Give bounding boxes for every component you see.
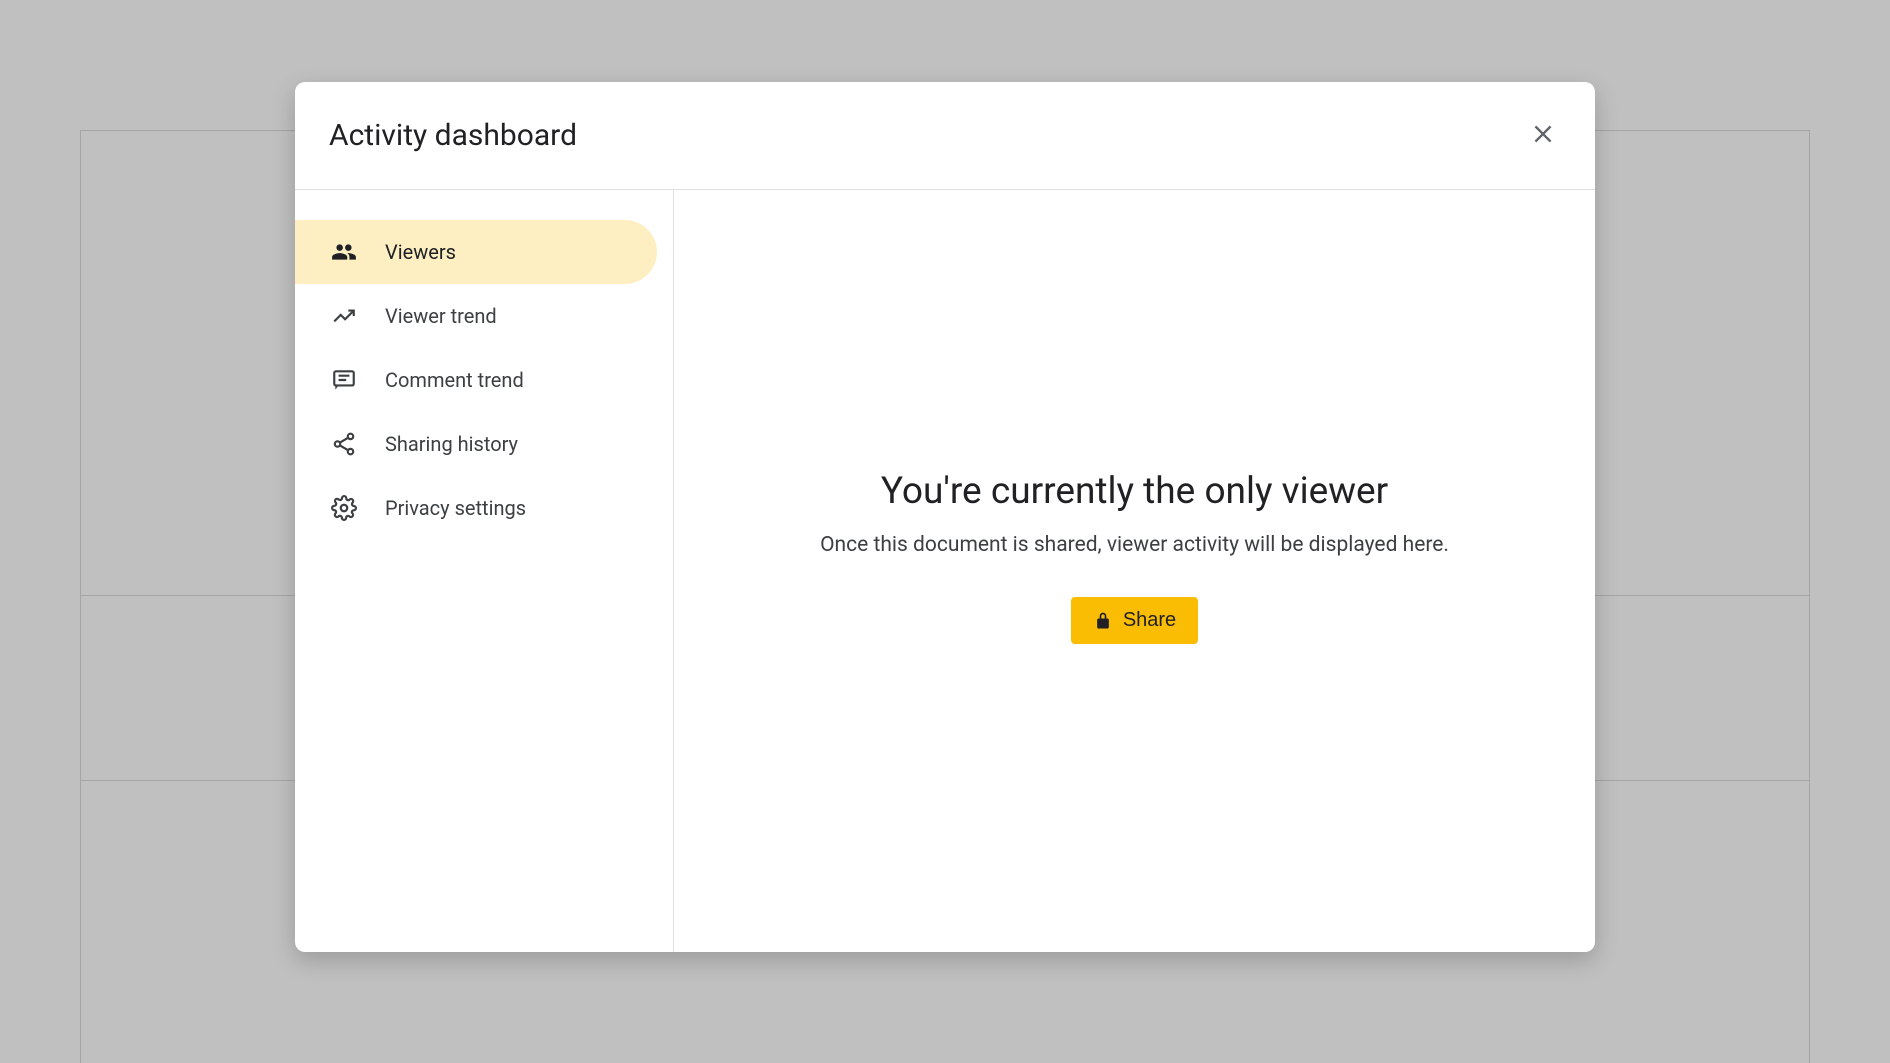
close-button[interactable] <box>1523 116 1563 156</box>
sidebar-item-comment-trend[interactable]: Comment trend <box>295 348 657 412</box>
modal-title: Activity dashboard <box>329 118 577 153</box>
activity-dashboard-modal: Activity dashboard Viewers Viewer trend <box>295 82 1595 952</box>
share-icon <box>331 431 357 457</box>
sidebar-item-label: Viewers <box>385 240 456 264</box>
sidebar-item-label: Comment trend <box>385 368 524 392</box>
sidebar: Viewers Viewer trend Comment trend Shari… <box>295 190 674 952</box>
sidebar-item-viewers[interactable]: Viewers <box>295 220 657 284</box>
people-icon <box>331 239 357 265</box>
comment-icon <box>331 367 357 393</box>
content-pane: You're currently the only viewer Once th… <box>674 190 1595 952</box>
lock-icon <box>1093 611 1113 631</box>
sidebar-item-sharing-history[interactable]: Sharing history <box>295 412 657 476</box>
empty-state-heading: You're currently the only viewer <box>881 470 1388 513</box>
share-button-label: Share <box>1123 609 1176 632</box>
sidebar-item-privacy-settings[interactable]: Privacy settings <box>295 476 657 540</box>
sidebar-item-label: Sharing history <box>385 432 518 456</box>
trending-up-icon <box>331 303 357 329</box>
modal-header: Activity dashboard <box>295 82 1595 190</box>
modal-body: Viewers Viewer trend Comment trend Shari… <box>295 190 1595 952</box>
close-icon <box>1530 121 1556 150</box>
sidebar-item-viewer-trend[interactable]: Viewer trend <box>295 284 657 348</box>
empty-state-subtext: Once this document is shared, viewer act… <box>820 533 1449 557</box>
sidebar-item-label: Privacy settings <box>385 496 526 520</box>
share-button[interactable]: Share <box>1071 597 1198 644</box>
gear-icon <box>331 495 357 521</box>
sidebar-item-label: Viewer trend <box>385 304 497 328</box>
